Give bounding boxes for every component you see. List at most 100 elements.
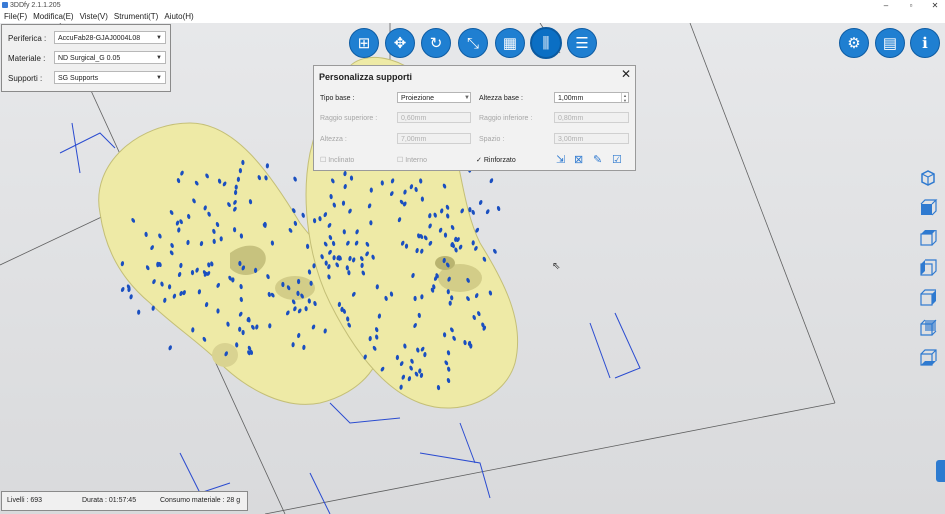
inclined-label: Inclinato — [328, 157, 355, 164]
support-point — [469, 343, 473, 349]
view-back-icon[interactable] — [918, 318, 938, 338]
reinforced-checkbox[interactable]: ✓ Rinforzato — [476, 156, 516, 164]
support-point — [238, 168, 242, 174]
support-point — [120, 287, 125, 292]
view-bottom-icon[interactable] — [918, 348, 938, 368]
view-front-icon[interactable] — [918, 198, 938, 218]
support-point — [168, 345, 172, 351]
support-point — [297, 278, 301, 285]
material-row: Materiale : ND Surgical_G 0.05 ▼ — [6, 51, 166, 65]
chevron-down-icon: ▼ — [156, 75, 162, 81]
device-panel: Periferica : AccuFab28-GJAJ0004L08 ▼ Mate… — [1, 24, 171, 92]
supports-label: Supporti : — [8, 74, 43, 83]
menu-aiuto[interactable]: Aiuto(H) — [164, 12, 193, 21]
device-label: Periferica : — [8, 34, 47, 43]
move-button[interactable]: ✥ — [385, 28, 415, 58]
material-value: ND Surgical_G 0.05 — [58, 55, 121, 62]
layout-icon: ▦ — [502, 35, 518, 52]
supports-select[interactable]: SG Supports ▼ — [54, 71, 166, 84]
support-dialog: Personalizza supporti ✕ Tipo base : Proi… — [313, 65, 636, 171]
spacing-label: Spazio : — [479, 136, 505, 143]
title-bar: 3DDfy 2.1.1.205 – ▫ ✕ — [0, 0, 945, 11]
scale-icon: ⤡ — [466, 34, 479, 52]
support-point — [471, 209, 475, 215]
support-point — [468, 207, 472, 213]
scale-button[interactable]: ⤡ — [458, 28, 488, 58]
add-support-icon[interactable]: ⇲ — [556, 153, 570, 166]
slice-button[interactable]: ☰ — [567, 28, 597, 58]
edit-support-icon[interactable]: ✎ — [593, 153, 607, 166]
minimize-button[interactable]: – — [876, 0, 896, 11]
info-icon: ℹ — [922, 35, 928, 52]
layers-count: Livelli : 693 — [7, 497, 43, 504]
bottom-radius-label: Raggio inferiore : — [479, 115, 533, 122]
apply-support-icon[interactable]: ☑ — [612, 153, 626, 166]
support-point — [301, 212, 305, 218]
chevron-down-icon: ▼ — [156, 55, 162, 61]
base-height-label: Altezza base : — [479, 95, 523, 102]
settings-icon: ⚙ — [847, 35, 861, 52]
internal-checkbox[interactable]: ☐ Interno — [397, 156, 427, 164]
base-type-value: Proiezione — [401, 95, 435, 102]
spacing-value: 3,00mm — [558, 136, 584, 143]
app-icon — [2, 2, 8, 8]
status-bar: Livelli : 693 Durata : 01:57:45 Consumo … — [1, 491, 248, 511]
material-consumption: Consumo materiale : 28 g — [160, 497, 241, 504]
menu-viste[interactable]: Viste(V) — [80, 12, 108, 21]
spacing-input[interactable]: 3,00mm — [554, 133, 629, 144]
device-row: Periferica : AccuFab28-GJAJ0004L08 ▼ — [6, 31, 166, 45]
rotate-icon: ↻ — [429, 35, 443, 52]
supports-row: Supporti : SG Supports ▼ — [6, 71, 166, 85]
support-point — [241, 329, 245, 336]
supports-value: SG Supports — [58, 75, 99, 82]
view-left-icon[interactable] — [918, 258, 938, 278]
material-label: Materiale : — [8, 54, 46, 63]
list-icon: ▤ — [882, 35, 898, 52]
base-type-label: Tipo base : — [320, 95, 355, 102]
supports-button[interactable]: ⫼ — [530, 27, 562, 59]
inclined-checkbox[interactable]: ☐ Inclinato — [320, 156, 354, 164]
mouse-cursor: ⇖ — [552, 261, 561, 272]
view-right-icon[interactable] — [918, 288, 938, 308]
close-window-button[interactable]: ✕ — [925, 0, 945, 11]
height-label: Altezza : — [320, 136, 347, 143]
restore-button[interactable]: ▫ — [901, 0, 921, 11]
menu-file[interactable]: File(F) — [4, 12, 27, 21]
print-duration: Durata : 01:57:45 — [82, 497, 137, 504]
window-title: 3DDfy 2.1.1.205 — [10, 2, 61, 9]
list-button[interactable]: ▤ — [875, 28, 905, 58]
rotate-button[interactable]: ↻ — [421, 28, 451, 58]
spinner-icon[interactable]: ▲ ▼ — [621, 93, 628, 103]
dialog-title: Personalizza supporti — [319, 72, 413, 82]
internal-label: Interno — [405, 157, 428, 164]
support-point — [137, 309, 141, 315]
chevron-down-icon: ▼ — [156, 35, 162, 41]
base-height-input[interactable]: 1,00mm ▲ ▼ — [554, 92, 629, 103]
bottom-radius-input[interactable]: 0,80mm — [554, 112, 629, 123]
settings-button[interactable]: ⚙ — [839, 28, 869, 58]
support-point — [219, 236, 223, 242]
menu-strumenti[interactable]: Strumenti(T) — [114, 12, 158, 21]
supports-icon: ⫼ — [542, 34, 550, 52]
support-point — [478, 200, 483, 205]
device-select[interactable]: AccuFab28-GJAJ0004L08 ▼ — [54, 31, 166, 44]
support-point — [485, 209, 490, 215]
view-iso-icon[interactable] — [918, 168, 938, 188]
layout-button[interactable]: ▦ — [495, 28, 525, 58]
top-radius-value: 0,60mm — [401, 115, 427, 122]
add-file-icon: ⊞ — [357, 35, 371, 52]
info-button[interactable]: ℹ — [910, 28, 940, 58]
height-value: 7,00mm — [401, 136, 427, 143]
menu-modifica[interactable]: Modifica(E) — [33, 12, 73, 21]
base-type-select[interactable]: Proiezione ▼ — [397, 92, 471, 103]
checkmark-icon: ✓ — [476, 157, 482, 164]
side-panel-tab[interactable] — [936, 460, 945, 482]
height-input[interactable]: 7,00mm — [397, 133, 471, 144]
material-select[interactable]: ND Surgical_G 0.05 ▼ — [54, 51, 166, 64]
remove-support-icon[interactable]: ⊠ — [574, 153, 588, 166]
dialog-close-icon[interactable]: ✕ — [621, 67, 631, 81]
top-radius-label: Raggio superiore : — [320, 115, 378, 122]
add-file-button[interactable]: ⊞ — [349, 28, 379, 58]
view-top-icon[interactable] — [918, 228, 938, 248]
top-radius-input[interactable]: 0,60mm — [397, 112, 471, 123]
